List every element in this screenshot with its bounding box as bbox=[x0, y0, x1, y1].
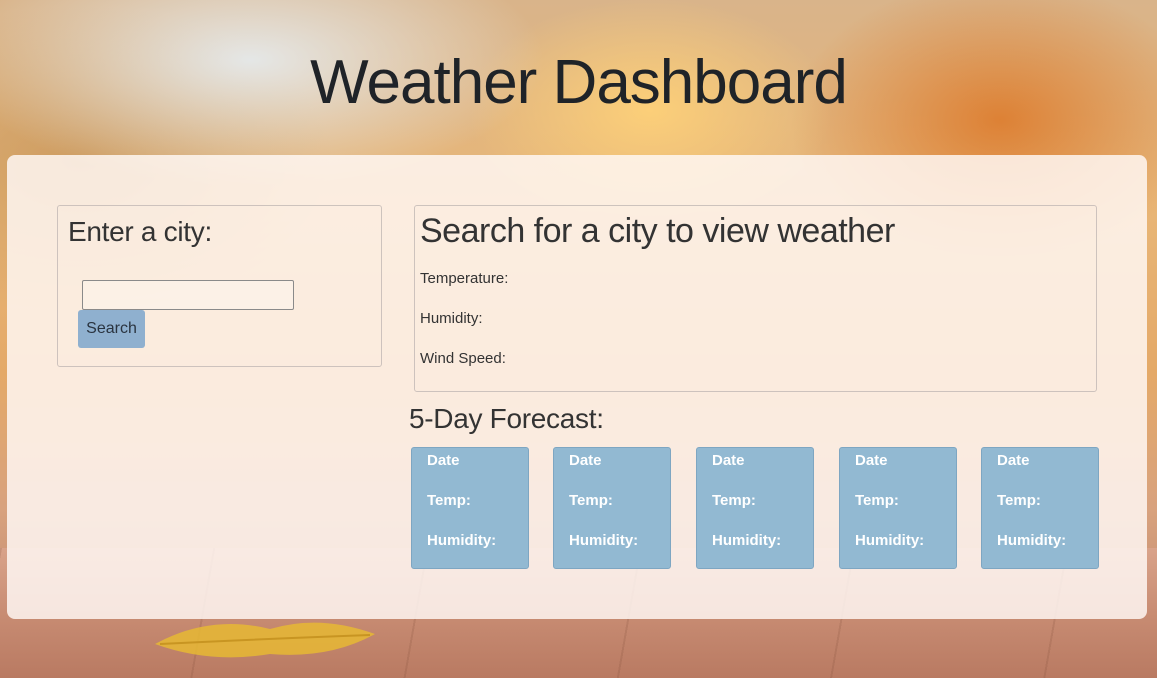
forecast-card: Date Temp: Humidity: bbox=[839, 447, 957, 569]
forecast-temp: Temp: bbox=[427, 492, 471, 509]
page-title: Weather Dashboard bbox=[310, 48, 848, 117]
temperature-label: Temperature: bbox=[420, 270, 509, 287]
city-search-input[interactable] bbox=[82, 280, 294, 310]
current-weather-box: Search for a city to view weather Temper… bbox=[414, 205, 1097, 392]
dashboard-panel: Enter a city: Search Search for a city t… bbox=[7, 155, 1147, 619]
wind-speed-label: Wind Speed: bbox=[420, 350, 506, 367]
forecast-cards: Date Temp: Humidity: Date Temp: Humidity… bbox=[411, 447, 1101, 569]
city-search-label: Enter a city: bbox=[68, 216, 212, 247]
forecast-date: Date bbox=[855, 452, 888, 469]
forecast-humidity: Humidity: bbox=[855, 532, 925, 549]
search-button[interactable]: Search bbox=[78, 310, 145, 348]
forecast-humidity: Humidity: bbox=[712, 532, 782, 549]
forecast-date: Date bbox=[427, 452, 460, 469]
forecast-heading: 5-Day Forecast: bbox=[409, 403, 604, 434]
forecast-card: Date Temp: Humidity: bbox=[411, 447, 529, 569]
humidity-label: Humidity: bbox=[420, 310, 483, 327]
forecast-date: Date bbox=[569, 452, 602, 469]
forecast-humidity: Humidity: bbox=[997, 532, 1067, 549]
forecast-card: Date Temp: Humidity: bbox=[981, 447, 1099, 569]
forecast-temp: Temp: bbox=[997, 492, 1041, 509]
forecast-temp: Temp: bbox=[855, 492, 899, 509]
city-search-box: Enter a city: Search bbox=[57, 205, 382, 367]
forecast-card: Date Temp: Humidity: bbox=[553, 447, 671, 569]
forecast-humidity: Humidity: bbox=[569, 532, 639, 549]
forecast-humidity: Humidity: bbox=[427, 532, 497, 549]
forecast-temp: Temp: bbox=[569, 492, 613, 509]
forecast-date: Date bbox=[997, 452, 1030, 469]
current-weather-heading: Search for a city to view weather bbox=[420, 212, 895, 250]
forecast-date: Date bbox=[712, 452, 745, 469]
forecast-temp: Temp: bbox=[712, 492, 756, 509]
forecast-card: Date Temp: Humidity: bbox=[696, 447, 814, 569]
